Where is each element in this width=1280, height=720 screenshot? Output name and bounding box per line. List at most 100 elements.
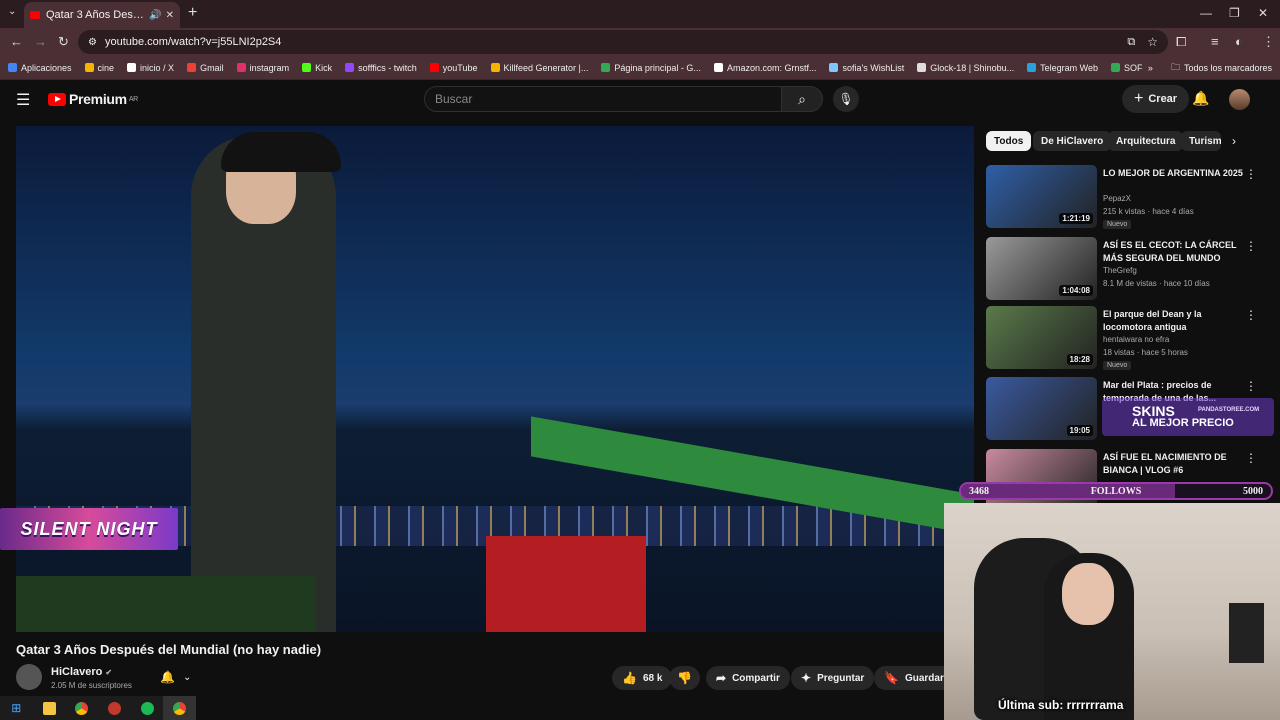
install-icon[interactable]: ⧉	[1127, 36, 1135, 49]
new-tab-button[interactable]: +	[188, 4, 197, 22]
youtube-premium-logo[interactable]: Premium AR	[48, 91, 138, 107]
bookmark-item[interactable]: Aplicaciones	[8, 63, 72, 73]
back-icon[interactable]: ←	[10, 34, 23, 49]
media-icon[interactable]: ≡	[1211, 34, 1219, 49]
reload-icon[interactable]: ↻	[58, 34, 69, 50]
bookmark-item[interactable]: Página principal - G...	[601, 63, 701, 73]
bookmark-label: Kick	[315, 62, 333, 73]
spotify-icon[interactable]	[131, 696, 164, 720]
user-avatar[interactable]	[1229, 89, 1250, 110]
windows-start-icon[interactable]: ⊞	[0, 696, 33, 720]
omnibox[interactable]: ⚙ youtube.com/watch?v=j55LNI2p2S4 ⧉ ☆	[78, 30, 1168, 54]
chevron-double-right-icon[interactable]: »	[1148, 63, 1153, 73]
bookmark-label: inicio / X	[140, 62, 175, 73]
like-button[interactable]: 👍 68 k	[612, 666, 673, 690]
more-options-icon[interactable]: ⋮	[1245, 308, 1257, 322]
profile-icon[interactable]: ◐	[1235, 34, 1243, 49]
tab-search-icon[interactable]: ⌄	[8, 6, 16, 17]
chip-label: Turism	[1189, 135, 1221, 147]
share-button[interactable]: ➦ Compartir	[706, 666, 790, 690]
more-options-icon[interactable]: ⋮	[1245, 167, 1257, 181]
bookmark-item[interactable]: Telegram Web	[1027, 63, 1098, 73]
dislike-button[interactable]: 👎	[669, 666, 700, 690]
file-explorer-icon[interactable]	[33, 696, 66, 720]
site-info-icon[interactable]: ⚙	[88, 37, 97, 48]
ask-button[interactable]: ✦ Preguntar	[791, 666, 875, 690]
bookmark-label: instagram	[249, 62, 290, 73]
bookmark-item[interactable]: youTube	[429, 62, 478, 73]
chip-arquitectura[interactable]: Arquitectura	[1108, 131, 1184, 151]
chip-label: Arquitectura	[1116, 135, 1176, 147]
video-thumbnail[interactable]: 18:28	[986, 306, 1097, 369]
youtube-favicon-icon	[30, 11, 40, 19]
close-window-icon[interactable]: ✕	[1258, 6, 1268, 20]
bookmark-item[interactable]: cine	[84, 63, 114, 73]
more-options-icon[interactable]: ⋮	[1245, 451, 1257, 465]
search-button[interactable]: ⌕	[781, 86, 823, 112]
video-thumbnail[interactable]: 1:04:08	[986, 237, 1097, 300]
bookmark-item[interactable]: sofia's WishList	[829, 63, 904, 73]
bookmark-item[interactable]: Kick	[302, 63, 332, 73]
channel-avatar[interactable]	[16, 664, 42, 690]
country-code: AR	[128, 95, 138, 103]
video-thumbnail[interactable]: 1:21:19	[986, 165, 1097, 228]
more-options-icon[interactable]: ⋮	[1245, 239, 1257, 253]
youtube-header: ☰ Premium AR Buscar ⌕ 🎙 + Crear 🔔	[0, 80, 1280, 118]
bookmark-item[interactable]: inicio / X	[127, 63, 174, 73]
recommendation-item[interactable]: 1:21:19 LO MEJOR DE ARGENTINA 2025 PepazX 2…	[986, 165, 1276, 229]
chrome-icon[interactable]	[65, 696, 98, 720]
browser-tab[interactable]: Qatar 3 Años Después del M 🔊 ✕	[24, 2, 180, 28]
recommendation-item[interactable]: 1:04:08 ASÍ ES EL CECOT: LA CÁRCEL MÁS SE…	[986, 237, 1276, 301]
bookmark-item[interactable]: Glock-18 | Shinobu...	[917, 63, 1014, 73]
subscription-notifications-button[interactable]: 🔔 ⌄	[152, 666, 199, 688]
thumbs-down-icon: 👎	[677, 671, 692, 685]
bookmark-item[interactable]: Killfeed Generator |...	[490, 63, 588, 73]
chip-todos[interactable]: Todos	[986, 131, 1032, 151]
search-placeholder: Buscar	[435, 92, 473, 106]
microphone-icon: 🎙	[838, 92, 854, 106]
recommendation-title: ASÍ ES EL CECOT: LA CÁRCEL MÁS SEGURA DE…	[1103, 240, 1237, 263]
chevron-right-icon[interactable]: ›	[1232, 134, 1236, 148]
bookmark-label: youTube	[442, 62, 478, 73]
recommendation-item[interactable]: 18:28 El parque del Dean y la locomotora …	[986, 306, 1276, 370]
more-options-icon[interactable]: ⋮	[1245, 379, 1257, 393]
chrome-menu-icon[interactable]: ⋮	[1262, 34, 1275, 50]
chip-de-hiclavero[interactable]: De HiClavero	[1033, 131, 1112, 151]
save-button[interactable]: 🔖 Guardar	[874, 666, 954, 690]
extensions-icon[interactable]: ⧠	[1176, 34, 1186, 50]
create-button[interactable]: + Crear	[1122, 85, 1190, 113]
bookmark-label: Gmail	[200, 62, 224, 73]
bookmark-favicon-icon	[127, 63, 137, 72]
notifications-bell-icon[interactable]: 🔔	[1192, 90, 1209, 107]
recommendation-channel: hentaiwara no efra	[1103, 335, 1170, 344]
video-player[interactable]	[16, 126, 974, 632]
all-bookmarks-folder[interactable]: » 🗀 Todos los marcadores	[1141, 56, 1272, 79]
search-input[interactable]: Buscar	[424, 86, 782, 112]
chip-turismo[interactable]: Turism	[1181, 131, 1221, 151]
bookmark-star-icon[interactable]: ☆	[1147, 35, 1158, 49]
restore-icon[interactable]: ❐	[1229, 6, 1240, 20]
webcam-overlay	[944, 503, 1280, 720]
tab-close-icon[interactable]: ✕	[166, 10, 174, 21]
app-icon[interactable]	[98, 696, 131, 720]
bookmark-item[interactable]: sofffics - twitch	[345, 63, 417, 73]
all-bookmarks-label: Todos los marcadores	[1183, 63, 1272, 73]
forward-icon[interactable]: →	[34, 34, 47, 49]
hamburger-menu-icon[interactable]: ☰	[16, 90, 30, 110]
bookmark-item[interactable]: Amazon.com: Grnstf...	[713, 62, 817, 73]
bookmark-item[interactable]: instagram	[236, 62, 290, 73]
new-badge: Nuevo	[1103, 220, 1132, 229]
browser-tab-bar: ⌄ Qatar 3 Años Después del M 🔊 ✕ + — ❐ ✕	[0, 0, 1280, 28]
recommendation-title: LO MEJOR DE ARGENTINA 2025	[1103, 168, 1243, 178]
video-red-structure	[486, 536, 646, 632]
chrome-active-icon[interactable]	[163, 696, 197, 720]
minimize-icon[interactable]: —	[1200, 6, 1212, 20]
bookmark-item[interactable]: Gmail	[187, 63, 224, 73]
bookmark-label: Amazon.com: Grnstf...	[726, 62, 817, 73]
video-person-cap	[221, 132, 341, 172]
audio-icon[interactable]: 🔊	[149, 10, 161, 21]
channel-name[interactable]: HiClavero ✔	[51, 666, 112, 678]
voice-search-button[interactable]: 🎙	[833, 86, 859, 112]
video-thumbnail[interactable]: 19:05	[986, 377, 1097, 440]
sparkle-icon: ✦	[801, 671, 812, 685]
